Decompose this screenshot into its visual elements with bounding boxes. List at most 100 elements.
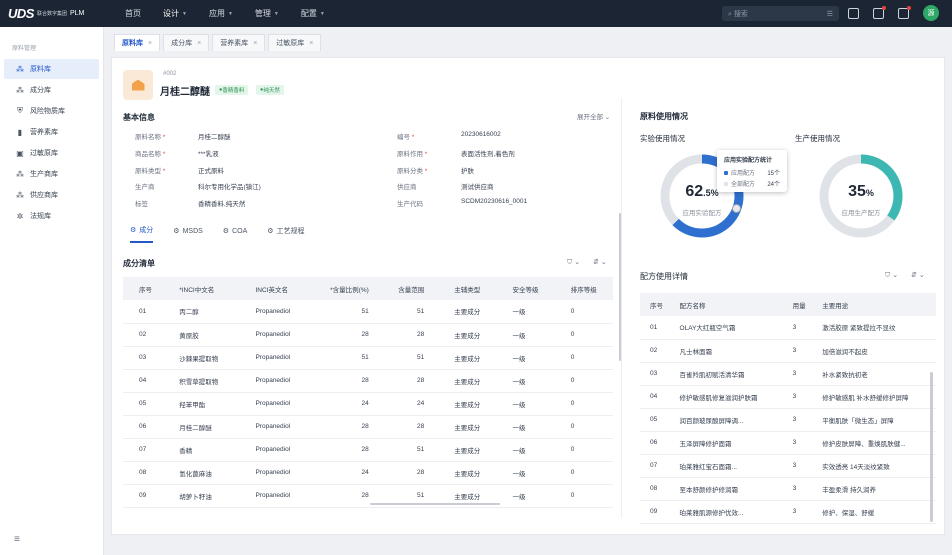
search-box[interactable]: ⌕ 搜索 ☰ [722, 6, 839, 21]
close-icon[interactable]: × [309, 40, 313, 47]
sidebar-item[interactable]: ⁂ 生产商库 [4, 164, 99, 184]
table-cell: 09 [123, 484, 164, 508]
column-header[interactable]: 排序等级 [554, 277, 613, 300]
close-icon[interactable]: × [197, 40, 201, 47]
column-header[interactable]: 序号 [640, 293, 670, 316]
sidebar-item[interactable]: ▣ 过敏原库 [4, 143, 99, 163]
table-row[interactable]: 01 OLAY大红瓶空气霜 3 激活胶原 紧致提拉不显纹 [640, 316, 936, 340]
field-value: 正式原料 [198, 168, 224, 175]
table-cell: 3 [782, 500, 813, 524]
nav-item[interactable]: 管理 ▼ [255, 8, 279, 19]
sub-tab[interactable]: ⚙ COA [223, 225, 247, 243]
message-icon[interactable] [873, 5, 886, 19]
scrollbar[interactable] [370, 503, 500, 505]
table-cell: 修护敏感肌 补水舒缓修护屏障 [812, 385, 936, 409]
column-header[interactable]: 序号 [123, 277, 164, 300]
column-header[interactable]: 主辅类型 [438, 277, 497, 300]
scrollbar[interactable] [930, 372, 933, 522]
formula-title: 配方使用详情 [640, 272, 688, 281]
table-cell: 06 [123, 415, 164, 439]
close-icon[interactable]: × [148, 40, 152, 47]
filter-icon[interactable]: ⛉ ⌄ [567, 258, 580, 267]
tab[interactable]: 营养素库 × [212, 34, 266, 51]
nav-label: 首页 [125, 9, 141, 18]
fullscreen-icon[interactable] [848, 7, 859, 19]
avatar[interactable]: 源 [923, 5, 939, 21]
table-cell: 3 [782, 454, 813, 478]
table-row[interactable]: 06 月桂二醇醚 Propanediol 28 28 主要成分 一级 0 [123, 415, 613, 439]
sidebar-item[interactable]: ⁂ 原料库 [4, 59, 99, 79]
columns-icon[interactable]: ⇵ ⌄ [911, 271, 925, 280]
table-row[interactable]: 07 珀莱雅红宝石面霜... 3 实效透亮 14天淡纹紧致 [640, 454, 936, 478]
tab[interactable]: 过敏原库 × [268, 34, 322, 51]
gear-icon: ⚙ [267, 228, 274, 235]
usage-tooltip: 应用实验配方统计 应用配方 15个 全部配方 24个 [717, 150, 787, 192]
notification-icon[interactable] [898, 5, 911, 19]
table-row[interactable]: 03 沙棘果提取物 Propanediol 51 51 主要成分 一级 0 [123, 346, 613, 370]
sidebar-item-label: 供应商库 [30, 192, 58, 199]
sidebar-item[interactable]: ⁂ 供应商库 [4, 185, 99, 205]
sidebar-item[interactable]: ▮ 营养素库 [4, 122, 99, 142]
gear-icon: ⚙ [130, 227, 137, 234]
sub-tab[interactable]: ⚙ 成分 [130, 225, 154, 243]
chevron-down-icon: ▼ [227, 10, 233, 17]
table-row[interactable]: 08 至本舒颜修护修润霜 3 丰盈柔滑 持久润养 [640, 477, 936, 501]
columns-icon[interactable]: ⇵ ⌄ [593, 258, 607, 267]
sidebar-item[interactable]: ✲ 法规库 [4, 206, 99, 226]
table-cell: 02 [640, 339, 670, 363]
table-cell: 3 [782, 477, 813, 501]
collapse-sidebar-icon[interactable]: ≡ [14, 534, 20, 545]
table-row[interactable]: 02 凡士林面霜 3 加倍滋润不起皮 [640, 339, 936, 363]
table-cell: 05 [123, 392, 164, 416]
table-row[interactable]: 01 丙二醇 Propanediol 51 51 主要成分 一级 0 [123, 300, 613, 324]
column-header[interactable]: 用量 [782, 293, 813, 316]
tab[interactable]: 原料库 × [114, 34, 161, 51]
table-row[interactable]: 09 胡萝卜籽油 Propanediol 28 51 主要成分 一级 0 [123, 484, 613, 508]
menu-icon[interactable]: ☰ [827, 10, 833, 18]
column-header[interactable]: *INCI中文名 [163, 277, 240, 300]
nav-item[interactable]: 配置 ▼ [301, 8, 325, 19]
sub-tab[interactable]: ⚙ 工艺规程 [267, 225, 304, 243]
table-row[interactable]: 09 珀莱雅肌源修护优效... 3 修护、保湿、舒缓 [640, 500, 936, 524]
sidebar-title: 原料管理 [12, 46, 37, 52]
table-cell: Propanediol [239, 346, 310, 370]
legend-swatch [724, 170, 728, 175]
column-header[interactable]: 安全等级 [496, 277, 555, 300]
nav-item[interactable]: 应用 ▼ [209, 8, 233, 19]
table-row[interactable]: 06 玉泽屏障修护面霜 3 修护皮肤屏障、重焕肌肤健... [640, 431, 936, 455]
expand-all-button[interactable]: 展开全部 ⌄ [577, 111, 610, 121]
table-cell: 3 [782, 431, 813, 455]
column-header[interactable]: *含量比例(%) [309, 277, 383, 300]
table-row[interactable]: 07 香精 Propanediol 28 51 主要成分 一级 0 [123, 438, 613, 462]
divider [621, 98, 622, 518]
table-row[interactable]: 03 百雀羚肌初赋活清华霜 3 补水紧致抗初老 [640, 362, 936, 386]
table-row[interactable]: 02 黄原胶 Propanediol 28 28 主要成分 一级 0 [123, 323, 613, 347]
table-cell: 3 [782, 362, 813, 386]
sub-tab[interactable]: ⚙ MSDS [173, 225, 203, 243]
sidebar-item[interactable]: ⁂ 成分库 [4, 80, 99, 100]
table-cell: 0 [554, 369, 613, 393]
column-header[interactable]: 配方名称 [669, 293, 783, 316]
table-row[interactable]: 04 积雪草提取物 Propanediol 28 28 主要成分 一级 0 [123, 369, 613, 393]
field-label: 编号 * [397, 134, 415, 141]
table-cell: 主要成分 [438, 346, 497, 370]
close-icon[interactable]: × [253, 40, 257, 47]
table-row[interactable]: 08 氢化蓖麻油 Propanediol 24 28 主要成分 一级 0 [123, 461, 613, 485]
table-cell: 修护皮肤屏障、重焕肌肤健... [812, 431, 936, 455]
nav-item[interactable]: 设计 ▼ [163, 8, 187, 19]
tab[interactable]: 成分库 × [163, 34, 210, 51]
table-row[interactable]: 04 修护敏感肌修复滋润护肤霜 3 修护敏感肌 补水舒缓修护屏障 [640, 385, 936, 409]
filter-icon[interactable]: ⛉ ⌄ [885, 271, 898, 280]
table-cell: 胡萝卜籽油 [163, 484, 240, 508]
column-header[interactable]: 主要用途 [812, 293, 936, 316]
table-row[interactable]: 05 羟苯甲酯 Propanediol 24 24 主要成分 一级 0 [123, 392, 613, 416]
column-header[interactable]: 含量范围 [382, 277, 439, 300]
sidebar-item[interactable]: ⛨ 风险物质库 [4, 101, 99, 121]
nav-item[interactable]: 首页 [125, 8, 141, 19]
table-row[interactable]: 05 润百颜玻尿酸屏障调... 3 平衡肌肤「微生态」屏障 [640, 408, 936, 432]
column-header[interactable]: INCI英文名 [239, 277, 310, 300]
prod-usage-title: 生产使用情况 [795, 134, 840, 143]
table-cell: 24 [309, 392, 383, 416]
brand-logo[interactable]: UDS 联合数字集团 PLM [0, 6, 110, 21]
field-label: 供应商 [397, 184, 417, 191]
